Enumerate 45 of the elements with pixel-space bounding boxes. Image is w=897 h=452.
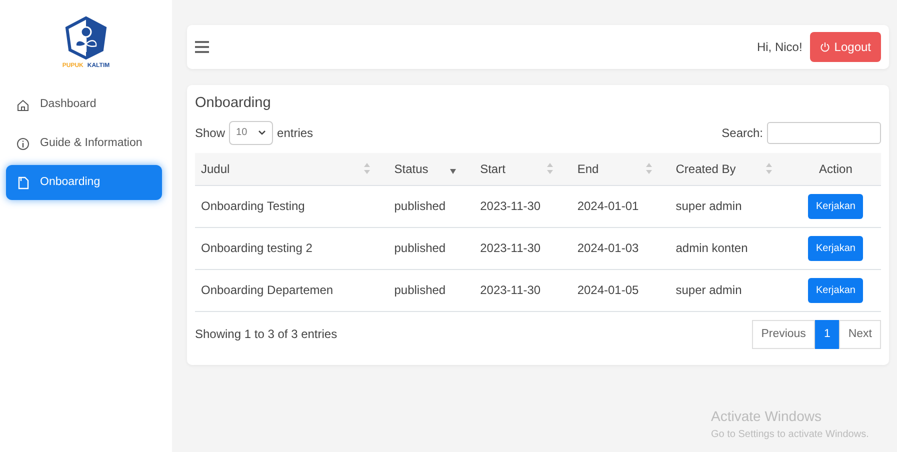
search-label: Search: xyxy=(722,124,763,142)
card-title: Onboarding xyxy=(195,94,272,113)
kerjakan-button[interactable]: Kerjakan xyxy=(808,236,864,261)
entries-label: entries xyxy=(277,124,314,142)
sidebar-item[interactable]: Onboarding xyxy=(6,165,162,200)
table-cell: published xyxy=(394,283,446,298)
document-icon xyxy=(16,176,30,190)
table-cell: 2024-01-03 xyxy=(577,241,639,256)
table-cell: Onboarding Testing xyxy=(201,199,305,214)
table-cell: 2023-11-30 xyxy=(480,199,541,214)
table-cell: 2024-01-01 xyxy=(577,199,639,214)
page-size-select[interactable]: 10 xyxy=(229,120,274,145)
sidebar-item[interactable]: Dashboard xyxy=(6,87,162,122)
table-cell: published xyxy=(394,241,446,256)
menu-icon[interactable] xyxy=(195,41,209,53)
search-field[interactable] xyxy=(767,122,881,144)
chevron-down-icon xyxy=(258,130,266,136)
table-cell: super admin xyxy=(676,199,742,214)
show-label: Show xyxy=(195,124,226,142)
logo-icon xyxy=(64,16,108,60)
greeting-text: Hi, Nico! xyxy=(756,39,802,56)
table-cell: Onboarding testing 2 xyxy=(201,241,312,256)
table-cell: Onboarding Departemen xyxy=(201,283,334,298)
activation-title: Activate Windows xyxy=(711,407,822,426)
column-header[interactable]: End xyxy=(577,160,599,178)
home-icon xyxy=(16,98,30,112)
info-icon xyxy=(16,136,30,150)
entries-info: Showing 1 to 3 of 3 entries xyxy=(195,326,338,344)
sidebar-item[interactable]: Guide & Information xyxy=(6,126,162,161)
kerjakan-button[interactable]: Kerjakan xyxy=(808,278,864,303)
table-cell: admin konten xyxy=(676,241,748,256)
table-cell: 2024-01-05 xyxy=(577,283,639,298)
page-link[interactable]: Next xyxy=(839,320,881,349)
table-cell: published xyxy=(394,199,446,214)
kerjakan-button[interactable]: Kerjakan xyxy=(808,194,864,219)
logout-button[interactable]: Logout xyxy=(810,32,881,62)
activation-text: Go to Settings to activate Windows. xyxy=(711,428,869,442)
column-header[interactable]: Start xyxy=(480,160,506,178)
table-cell: 2023-11-30 xyxy=(480,283,541,298)
table-cell: 2023-11-30 xyxy=(480,241,541,256)
column-header[interactable]: Judul xyxy=(201,160,230,178)
page-link[interactable]: 1 xyxy=(814,320,840,349)
table-cell: super admin xyxy=(676,283,742,298)
page-link[interactable]: Previous xyxy=(752,320,815,349)
power-icon xyxy=(820,42,830,52)
